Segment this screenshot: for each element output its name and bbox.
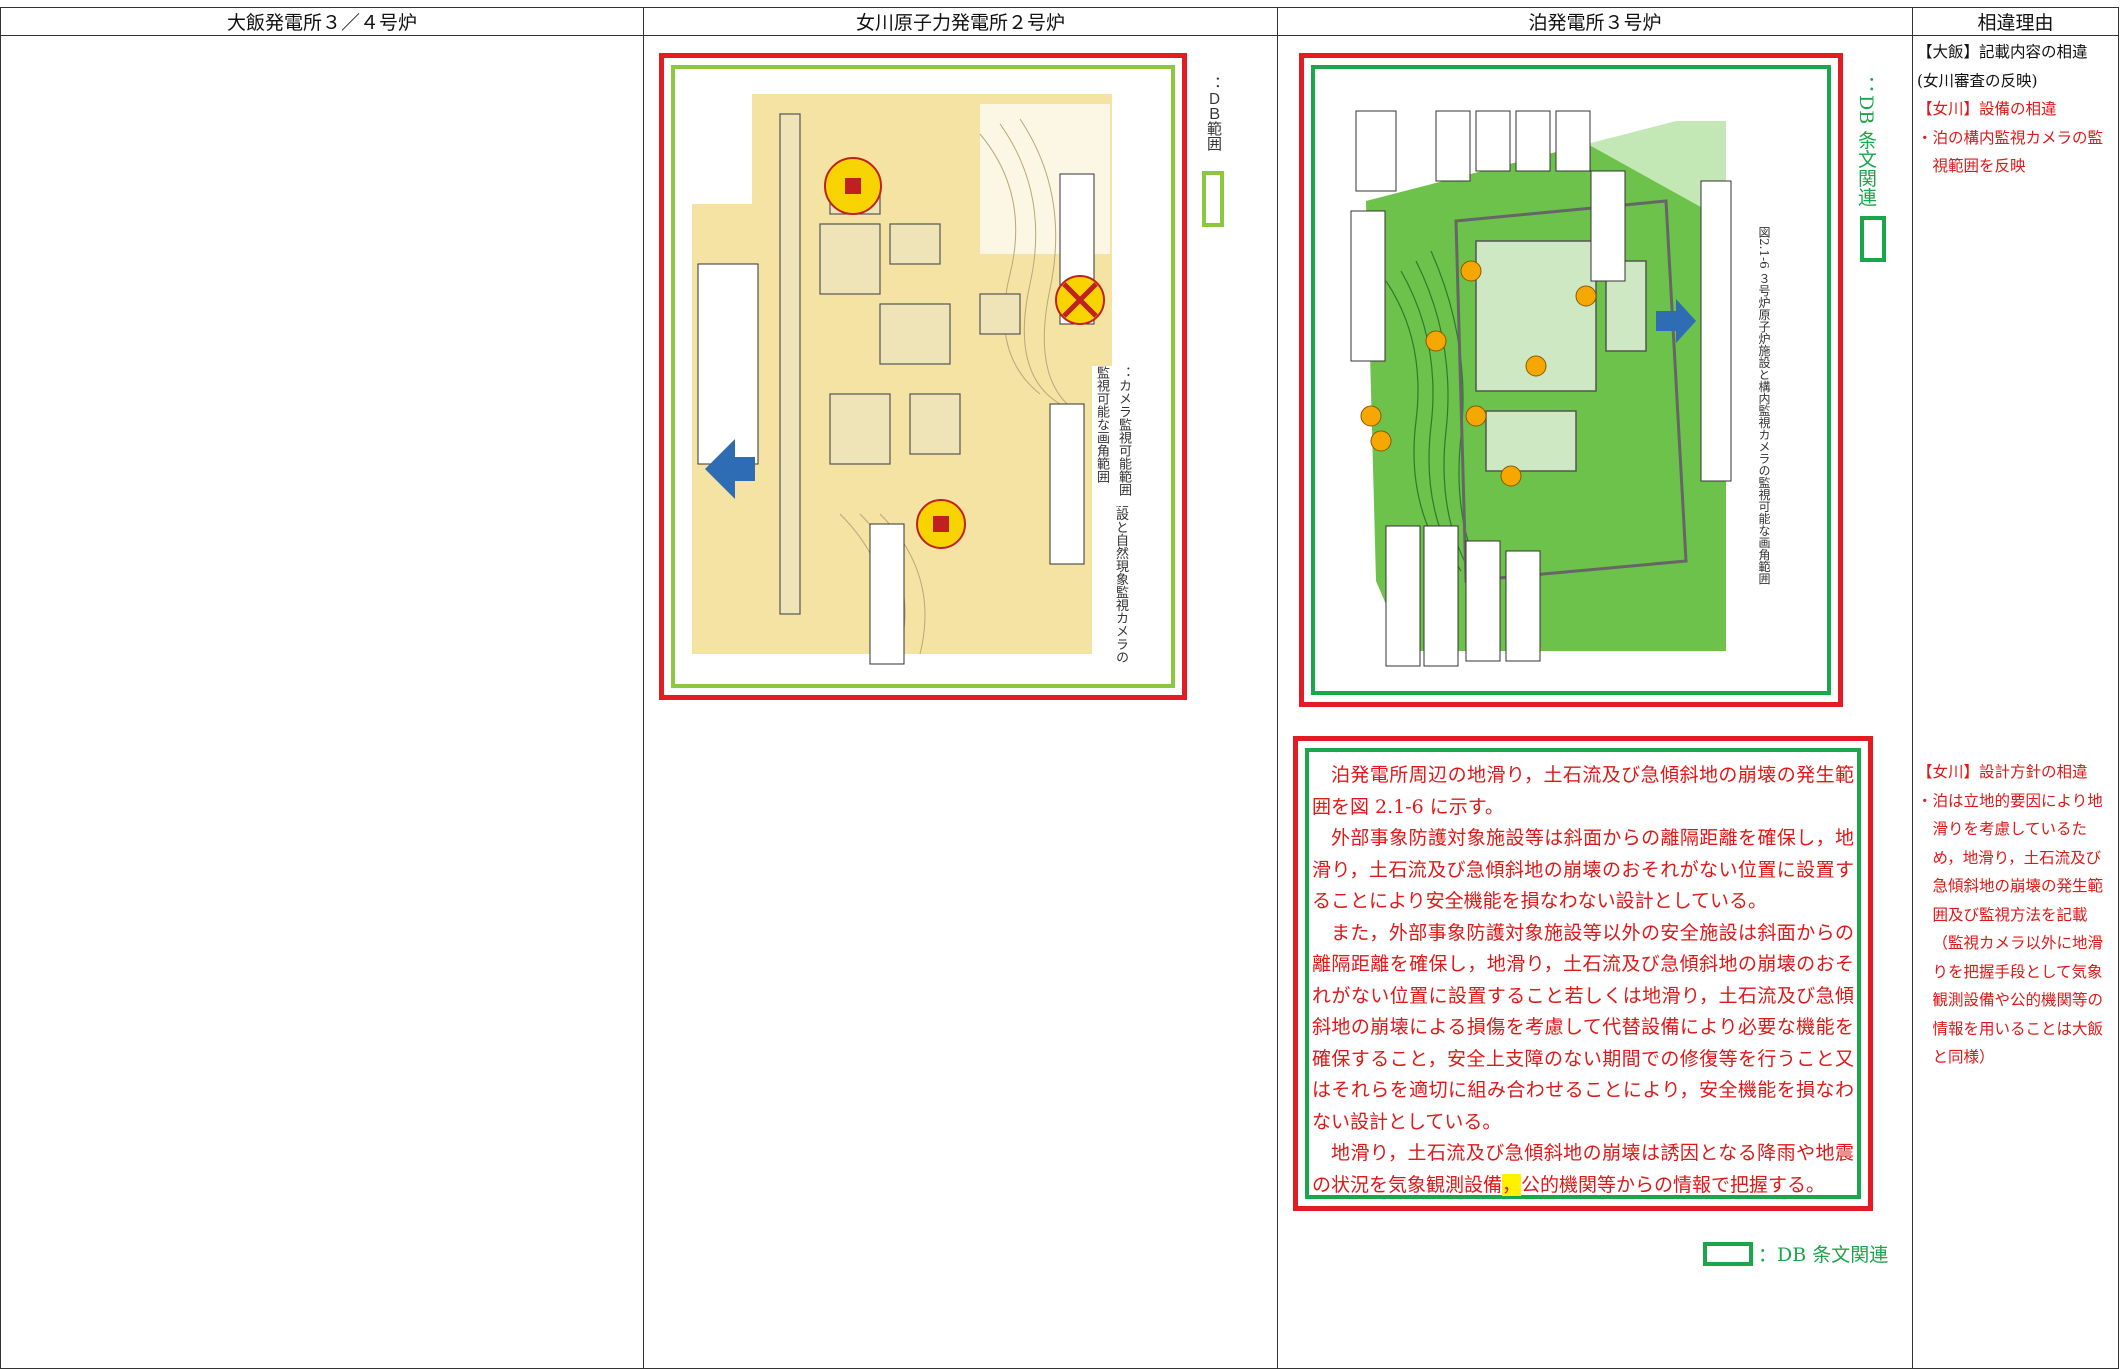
tomari-paragraph-2: 外部事象防護対象施設等は斜面からの離隔距離を確保し，地滑り，土石流及び急傾斜地の…	[1312, 827, 1854, 912]
reason-block-1: 【大飯】記載内容の相違 (女川審査の反映) 【女川】設備の相違 ・泊の構内監視カ…	[1917, 43, 2104, 175]
tomari-paragraph-1: 泊発電所周辺の地滑り，土石流及び急傾斜地の崩壊の発生範囲を図 2.1-6 に示す…	[1312, 764, 1854, 818]
column-header-reason: 相違理由	[1912, 7, 2119, 36]
column-header-onagawa: 女川原子力発電所２号炉	[643, 7, 1278, 36]
ohi-cell	[0, 35, 644, 1369]
tomari-site-map	[1346, 81, 1786, 681]
tomari-paragraph-4: 地滑り，土石流及び急傾斜地の崩壊は誘因となる降雨や地震の状況を気象観測設備，公的…	[1312, 1142, 1854, 1196]
reason-block-2: 【女川】設計方針の相違 ・泊は立地的要因により地滑りを考慮しているため，地滑り，…	[1917, 763, 2104, 1066]
tomari-bottom-legend-swatch	[1703, 1242, 1753, 1266]
column-header-tomari: 泊発電所３号炉	[1277, 7, 1913, 36]
comparison-table: 大飯発電所３／４号炉 女川原子力発電所２号炉 泊発電所３号炉 相違理由 図2.1…	[0, 7, 2119, 1369]
onagawa-cell: 図2.1-5 ２号炉原子炉施設と自然現象監視カメラの監視可能な画角範囲 ：カメラ…	[643, 35, 1278, 1369]
onagawa-camera-range-label: ：カメラ監視可能範囲	[1114, 366, 1133, 506]
onagawa-legend-swatch	[1202, 171, 1224, 227]
tomari-figure-caption: 図2.1-6 ３号炉原子炉施設と構内監視カメラの監視可能な画角範囲	[1756, 226, 1773, 606]
tomari-legend-label: ：DB 条文関連	[1855, 76, 1877, 207]
tomari-legend-swatch	[1860, 216, 1886, 262]
tomari-bottom-legend-label: ：DB 条文関連	[1758, 1244, 1889, 1266]
tomari-body-text: 泊発電所周辺の地滑り，土石流及び急傾斜地の崩壊の発生範囲を図 2.1-6 に示す…	[1312, 760, 1854, 1201]
tomari-paragraph-3: また，外部事象防護対象施設等以外の安全施設は斜面からの離隔距離を確保し，地滑り，…	[1312, 921, 1854, 1133]
column-header-ohi: 大飯発電所３／４号炉	[0, 7, 644, 36]
onagawa-legend-label: ：ＤＢ範囲	[1205, 76, 1223, 151]
tomari-cell: 図2.1-6 ３号炉原子炉施設と構内監視カメラの監視可能な画角範囲 ：DB 条文…	[1277, 35, 1913, 1369]
reason-cell: 【大飯】記載内容の相違 (女川審査の反映) 【女川】設備の相違 ・泊の構内監視カ…	[1912, 35, 2119, 1369]
highlight-mark: ，	[1502, 1173, 1522, 1196]
